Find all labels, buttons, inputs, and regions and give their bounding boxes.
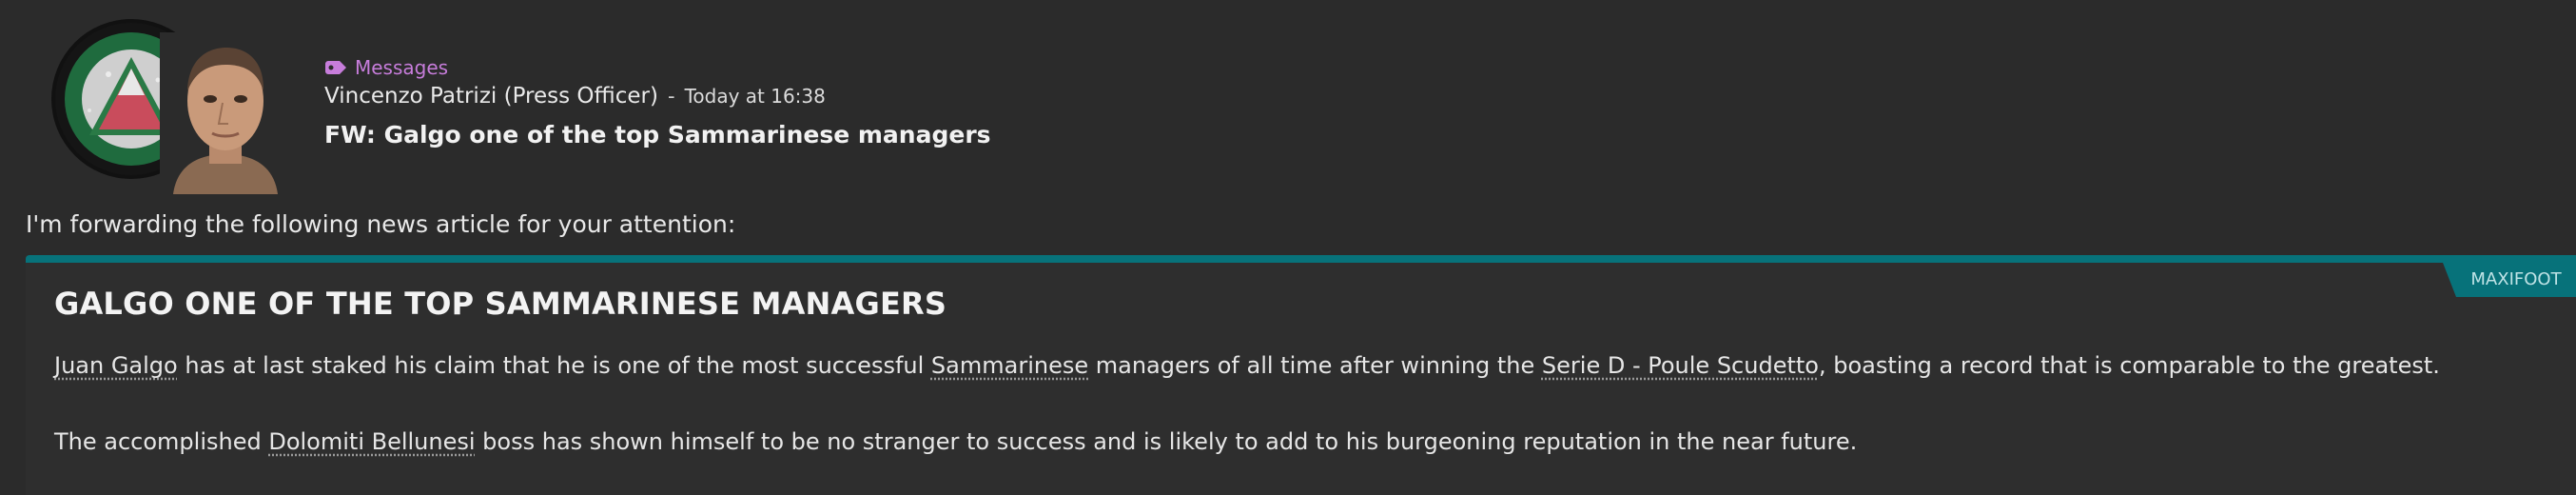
sender-line: Vincenzo Patrizi (Press Officer) - Today… (324, 84, 1656, 116)
paragraph-text: has at last staked his claim that he is … (177, 352, 931, 379)
message-meta: Messages Vincenzo Patrizi (Press Officer… (324, 53, 1656, 152)
tag-icon (324, 59, 347, 76)
club-link[interactable]: Dolomiti Bellunesi (268, 428, 475, 455)
article-headline: GALGO ONE OF THE TOP SAMMARINESE MANAGER… (54, 286, 947, 322)
paragraph-text: , boasting a record that is comparable t… (1818, 352, 2440, 379)
sender-name[interactable]: Vincenzo Patrizi (Press Officer) (324, 84, 658, 109)
competition-link[interactable]: Serie D - Poule Scudetto (1542, 352, 1819, 379)
message-header: Messages Vincenzo Patrizi (Press Officer… (0, 0, 2576, 200)
sender-avatar[interactable] (160, 32, 291, 194)
message-view: Messages Vincenzo Patrizi (Press Officer… (0, 0, 2576, 495)
paragraph-text: boss has shown himself to be no stranger… (475, 428, 1858, 455)
person-portrait-icon (160, 32, 291, 194)
article-source-tag: MAXIFOOT (2443, 263, 2576, 297)
forwarded-article: MAXIFOOT GALGO ONE OF THE TOP SAMMARINES… (26, 255, 2576, 495)
paragraph-text: The accomplished (54, 428, 269, 455)
nation-link[interactable]: Sammarinese (931, 352, 1088, 379)
manager-link[interactable]: Juan Galgo (54, 352, 178, 379)
message-category[interactable]: Messages (324, 53, 1656, 82)
sender-separator: - (667, 85, 675, 108)
message-subject: FW: Galgo one of the top Sammarinese man… (324, 121, 991, 148)
message-intro: I'm forwarding the following news articl… (26, 210, 736, 238)
article-source-label: MAXIFOOT (2470, 269, 2562, 289)
message-timestamp: Today at 16:38 (684, 85, 826, 108)
article-accent-bar (26, 255, 2576, 263)
article-paragraph-1: Juan Galgo has at last staked his claim … (54, 348, 2440, 383)
paragraph-text: managers of all time after winning the (1088, 352, 1542, 379)
article-paragraph-2: The accomplished Dolomiti Bellunesi boss… (54, 425, 1857, 459)
category-label: Messages (355, 56, 449, 79)
